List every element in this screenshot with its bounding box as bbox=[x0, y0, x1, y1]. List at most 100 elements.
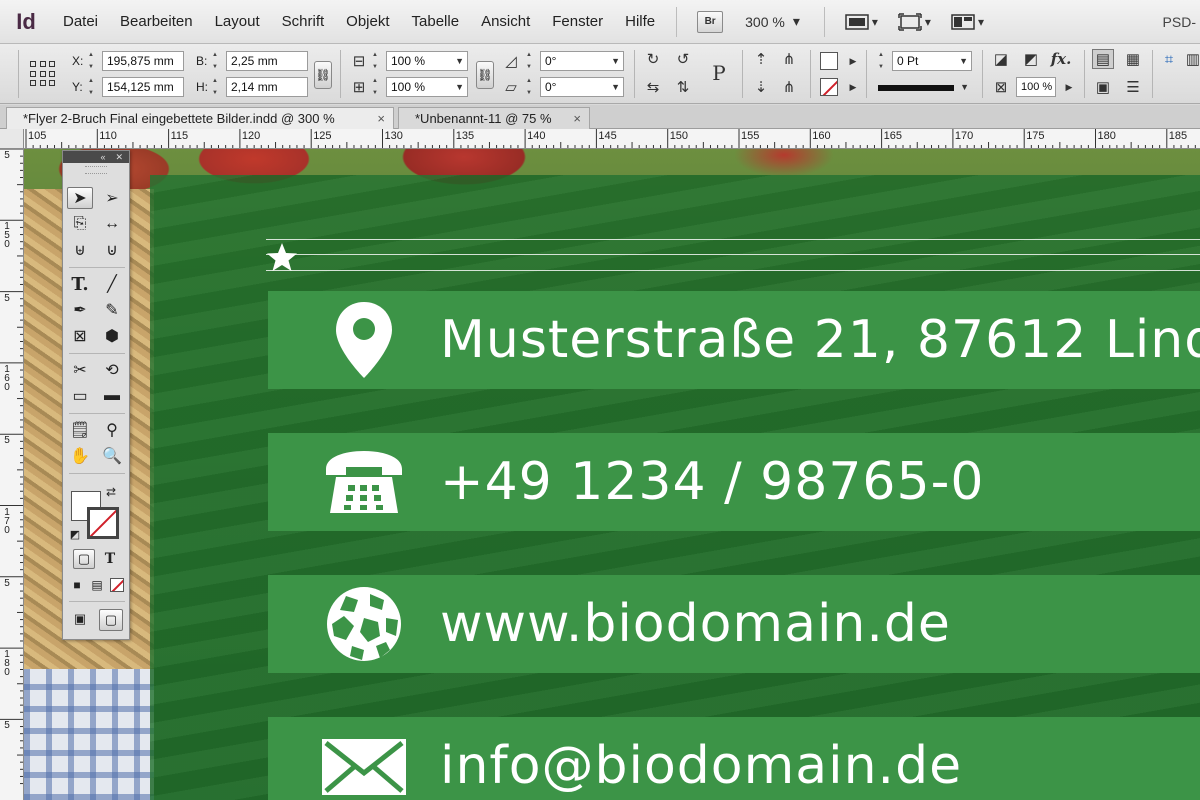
type-tool-icon[interactable]: T. bbox=[67, 273, 93, 295]
normal-view-icon[interactable]: ▣ bbox=[69, 609, 91, 629]
reference-point-grid[interactable] bbox=[30, 61, 56, 87]
polygon-tool-icon[interactable]: ⬢ bbox=[99, 325, 125, 347]
menu-schrift[interactable]: Schrift bbox=[271, 0, 336, 44]
chevron-right-icon[interactable]: ▶ bbox=[1058, 77, 1080, 97]
horizontal-ruler[interactable]: 105 110 115 120 125 130 135 140 145 150 155 160 165 1… bbox=[24, 129, 1200, 149]
vertical-ruler[interactable]: 5 150 5 160 5 170 5 180 5 bbox=[0, 149, 24, 800]
width-field[interactable]: 2,25 mm bbox=[226, 51, 308, 71]
apply-none-icon[interactable] bbox=[107, 575, 127, 595]
view-options-button[interactable]: ▾ bbox=[835, 13, 888, 31]
height-stepper[interactable]: ▲ ▼ bbox=[212, 77, 222, 97]
drop-shadow-icon[interactable]: ◪ bbox=[990, 49, 1012, 69]
apply-gradient-icon[interactable]: ▤ bbox=[87, 575, 107, 595]
page-tool-icon[interactable]: ⎘ bbox=[67, 213, 93, 235]
close-icon[interactable]: ✕ bbox=[115, 152, 123, 163]
clear-effects-icon[interactable]: ⊠ bbox=[990, 77, 1012, 97]
effects-fx-icon[interactable]: fx. bbox=[1050, 49, 1072, 69]
rectangle-frame-tool-icon[interactable]: ⊠ bbox=[67, 325, 93, 347]
x-stepper[interactable]: ▲ ▼ bbox=[88, 51, 98, 71]
stroke-type-dropdown[interactable]: ▼ bbox=[878, 80, 972, 96]
stroke-color-swatch[interactable] bbox=[87, 507, 119, 539]
select-next-icon[interactable]: ⋔ bbox=[778, 77, 800, 97]
stroke-weight-stepper[interactable]: ▲ ▼ bbox=[878, 51, 888, 71]
star-icon[interactable] bbox=[266, 241, 298, 273]
document-canvas[interactable]: Musterstraße 21, 87612 Linda +49 1234 / … bbox=[24, 149, 1200, 800]
menu-tabelle[interactable]: Tabelle bbox=[401, 0, 471, 44]
menu-fenster[interactable]: Fenster bbox=[541, 0, 614, 44]
free-transform-tool-icon[interactable]: ⟲ bbox=[99, 359, 125, 381]
eyedropper-tool-icon[interactable]: ⚲ bbox=[99, 419, 125, 441]
height-field[interactable]: 2,14 mm bbox=[226, 77, 308, 97]
stroke-swatch[interactable] bbox=[820, 78, 838, 96]
menu-datei[interactable]: Datei bbox=[52, 0, 109, 44]
tools-panel-grip[interactable] bbox=[85, 166, 107, 174]
scale-x-stepper[interactable]: ▲ ▼ bbox=[372, 51, 382, 71]
formatting-container-icon[interactable]: ▢ bbox=[73, 549, 95, 569]
content-placer-icon[interactable]: ⊍ bbox=[99, 239, 125, 261]
tab-flyer-document[interactable]: *Flyer 2-Bruch Final eingebettete Bilder… bbox=[6, 107, 394, 129]
shear-stepper[interactable]: ▲ ▼ bbox=[526, 77, 536, 97]
gradient-feather-tool-icon[interactable]: ▬ bbox=[99, 385, 125, 407]
select-content-icon[interactable]: ⇣ bbox=[750, 77, 772, 97]
text-wrap-box-icon[interactable]: ▦ bbox=[1122, 49, 1144, 69]
flip-vertical-icon[interactable]: ⇅ bbox=[672, 77, 694, 97]
pencil-tool-icon[interactable]: ✎ bbox=[99, 299, 125, 321]
text-wrap-none-icon[interactable]: ▤ bbox=[1092, 49, 1114, 69]
menu-objekt[interactable]: Objekt bbox=[335, 0, 400, 44]
scissors-tool-icon[interactable]: ✂ bbox=[67, 359, 93, 381]
line-tool-icon[interactable]: ╱ bbox=[99, 273, 125, 295]
content-fitting-icon[interactable]: ⌗ bbox=[1158, 49, 1180, 69]
rotate-counterclockwise-icon[interactable]: ↺ bbox=[672, 49, 694, 69]
direct-selection-tool-icon[interactable]: ➢ bbox=[99, 187, 125, 209]
collapse-icon[interactable]: « bbox=[100, 152, 105, 162]
screen-mode-button[interactable]: ▾ bbox=[888, 12, 941, 31]
text-wrap-shape-icon[interactable]: ▣ bbox=[1092, 77, 1114, 97]
effect-shadow-icon[interactable]: ◩ bbox=[1020, 49, 1042, 69]
swap-colors-icon[interactable]: ⇄ bbox=[103, 485, 119, 499]
width-stepper[interactable]: ▲ ▼ bbox=[212, 51, 222, 71]
formatting-text-icon[interactable]: T bbox=[99, 549, 121, 569]
website-bar[interactable]: www.biodomain.de bbox=[268, 575, 1200, 673]
bridge-button[interactable]: Br bbox=[697, 10, 724, 33]
address-bar[interactable]: Musterstraße 21, 87612 Linda bbox=[268, 291, 1200, 389]
hand-tool-icon[interactable]: ✋ bbox=[67, 445, 93, 467]
fill-swatch[interactable] bbox=[820, 52, 838, 70]
gradient-swatch-tool-icon[interactable]: ▭ bbox=[67, 385, 93, 407]
menu-ansicht[interactable]: Ansicht bbox=[470, 0, 541, 44]
menu-bearbeiten[interactable]: Bearbeiten bbox=[109, 0, 204, 44]
ruler-origin[interactable] bbox=[0, 129, 24, 149]
scale-x-field[interactable]: 100 % ▼ bbox=[386, 51, 468, 71]
flip-horizontal-icon[interactable]: ⇆ bbox=[642, 77, 664, 97]
chevron-right-icon[interactable]: ▶ bbox=[842, 51, 864, 71]
email-bar[interactable]: info@biodomain.de bbox=[268, 717, 1200, 800]
note-tool-icon[interactable]: 🗒 bbox=[67, 419, 93, 441]
select-previous-icon[interactable]: ⋔ bbox=[778, 49, 800, 69]
text-wrap-jump-icon[interactable]: ☰ bbox=[1122, 77, 1144, 97]
chevron-right-icon[interactable]: ▶ bbox=[842, 77, 864, 97]
preview-mode-icon[interactable]: ▢ bbox=[99, 609, 123, 631]
scale-y-field[interactable]: 100 % ▼ bbox=[386, 77, 468, 97]
selection-tool-icon[interactable]: ➤ bbox=[67, 187, 93, 209]
constrain-scale-button[interactable]: ⛓ bbox=[476, 61, 494, 89]
close-icon[interactable]: × bbox=[377, 108, 385, 130]
content-collector-icon[interactable]: ⊎ bbox=[67, 239, 93, 261]
opacity-field[interactable]: 100 % bbox=[1016, 77, 1056, 97]
phone-bar[interactable]: +49 1234 / 98765-0 bbox=[268, 433, 1200, 531]
apply-color-icon[interactable]: ■ bbox=[67, 575, 87, 595]
close-icon[interactable]: × bbox=[573, 108, 581, 130]
rotate-stepper[interactable]: ▲ ▼ bbox=[526, 51, 536, 71]
rotate-clockwise-icon[interactable]: ↻ bbox=[642, 49, 664, 69]
menu-hilfe[interactable]: Hilfe bbox=[614, 0, 666, 44]
gap-tool-icon[interactable]: ↔ bbox=[99, 213, 125, 235]
menu-layout[interactable]: Layout bbox=[204, 0, 271, 44]
default-colors-icon[interactable]: ◩ bbox=[67, 527, 83, 541]
tools-panel-header[interactable]: « ✕ bbox=[63, 151, 129, 163]
constrain-proportions-button[interactable]: ⛓ bbox=[314, 61, 332, 89]
x-position-field[interactable]: 195,875 mm bbox=[102, 51, 184, 71]
scale-y-stepper[interactable]: ▲ ▼ bbox=[372, 77, 382, 97]
pen-tool-icon[interactable]: ✒ bbox=[67, 299, 93, 321]
zoom-tool-icon[interactable]: 🔍 bbox=[99, 445, 125, 467]
tab-unbenannt-document[interactable]: *Unbenannt-11 @ 75 % × bbox=[398, 107, 590, 129]
arrange-documents-button[interactable]: ▾ bbox=[941, 13, 994, 31]
workspace-label[interactable]: PSD- bbox=[1163, 0, 1200, 44]
